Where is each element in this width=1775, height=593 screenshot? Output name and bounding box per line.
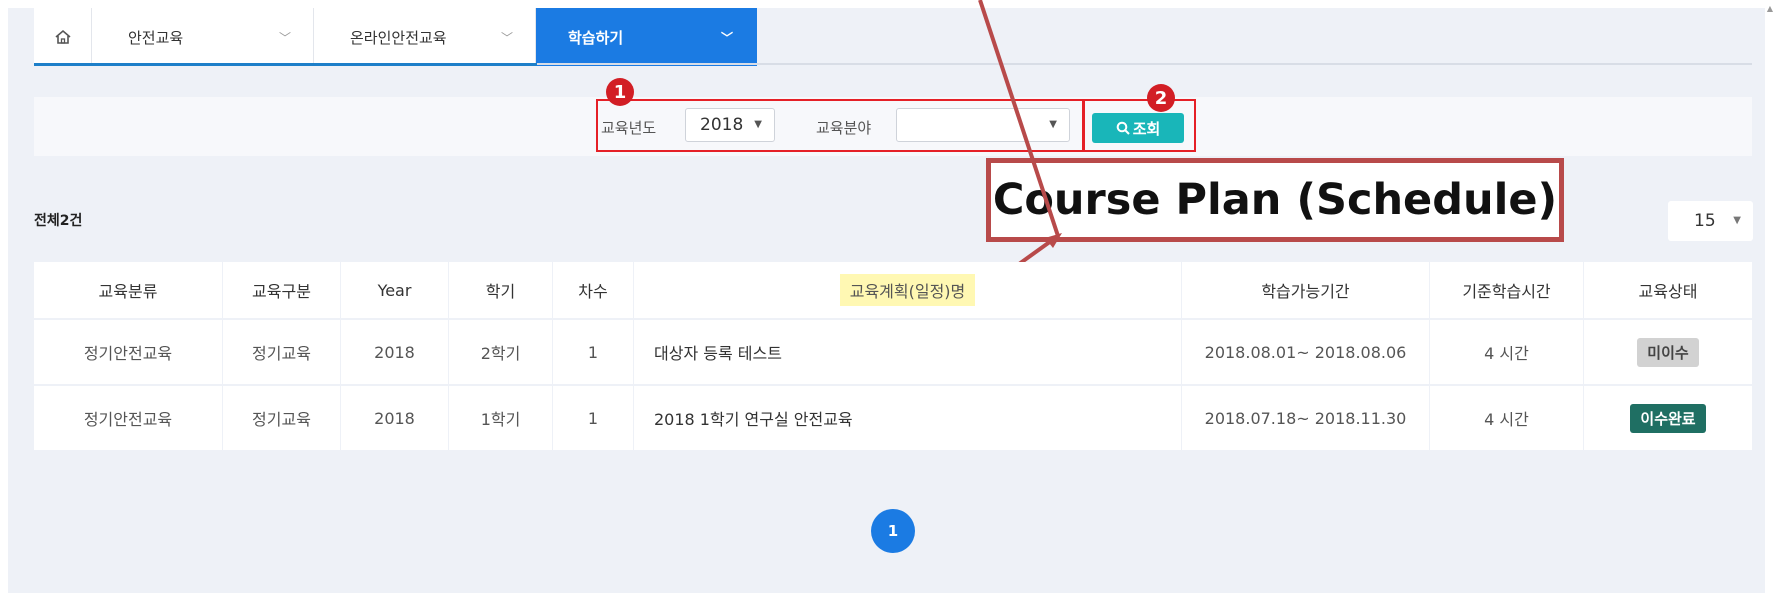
column-header: 차수 <box>553 262 634 318</box>
table-cell: 2018 <box>341 386 449 450</box>
chevron-down-icon: ﹀ <box>278 30 291 45</box>
home-button[interactable] <box>34 8 92 66</box>
nav-item-label: 안전교육 <box>128 28 184 47</box>
column-header: Year <box>341 262 449 318</box>
annotation-badge-1: 1 <box>606 78 634 106</box>
table-cell: 1 <box>553 320 634 384</box>
column-header: 기준학습시간 <box>1430 262 1584 318</box>
annotation-box-search <box>1082 99 1196 152</box>
scroll-up-icon[interactable]: ▲ <box>1765 4 1775 13</box>
column-header: 교육분류 <box>34 262 223 318</box>
table-cell: 4 시간 <box>1430 386 1584 450</box>
table-cell: 2018.07.18~ 2018.11.30 <box>1182 386 1430 450</box>
course-plan-link[interactable]: 대상자 등록 테스트 <box>634 320 1182 384</box>
table-cell: 이수완료 <box>1584 386 1752 450</box>
column-header: 교육구분 <box>223 262 341 318</box>
column-header: 학습가능기간 <box>1182 262 1430 318</box>
table-row[interactable]: 정기안전교육 정기교육 2018 2학기 1 대상자 등록 테스트 2018.0… <box>34 320 1752 386</box>
caret-down-icon: ▼ <box>1733 215 1741 226</box>
chevron-down-icon: ﹀ <box>500 30 513 45</box>
table-cell: 정기교육 <box>223 386 341 450</box>
table-cell: 정기안전교육 <box>34 320 223 384</box>
page-size-value: 15 <box>1694 211 1716 231</box>
nav-item-safety-education[interactable]: 안전교육 ﹀ <box>92 8 314 66</box>
table-cell: 2학기 <box>449 320 553 384</box>
table-cell: 2018 <box>341 320 449 384</box>
breadcrumb-nav: 안전교육 ﹀ 온라인안전교육 ﹀ 학습하기 ﹀ <box>34 8 757 66</box>
highlighted-header-label: 교육계획(일정)명 <box>839 274 976 306</box>
status-badge[interactable]: 이수완료 <box>1630 403 1706 433</box>
page-size-select[interactable]: 15 ▼ <box>1668 201 1753 241</box>
table-cell: 4 시간 <box>1430 320 1584 384</box>
nav-accent-line <box>34 63 537 66</box>
table-cell: 정기안전교육 <box>34 386 223 450</box>
table-cell: 2018.08.01~ 2018.08.06 <box>1182 320 1430 384</box>
annotation-callout: Course Plan (Schedule) <box>986 158 1564 242</box>
home-icon <box>54 29 71 44</box>
nav-item-study[interactable]: 학습하기 ﹀ <box>536 8 757 66</box>
nav-item-label: 학습하기 <box>568 28 624 47</box>
total-count: 전체2건 <box>34 213 83 229</box>
table-row[interactable]: 정기안전교육 정기교육 2018 1학기 1 2018 1학기 연구실 안전교육… <box>34 386 1752 452</box>
course-table: 교육분류 교육구분 Year 학기 차수 교육계획(일정)명 학습가능기간 기준… <box>34 262 1752 452</box>
annotation-badge-2: 2 <box>1147 84 1175 112</box>
pagination-page-1[interactable]: 1 <box>871 509 915 553</box>
nav-item-label: 온라인안전교육 <box>350 28 447 47</box>
vertical-scrollbar[interactable]: ▲ <box>1765 0 1775 593</box>
course-plan-link[interactable]: 2018 1학기 연구실 안전교육 <box>634 386 1182 450</box>
nav-divider <box>34 63 1752 66</box>
column-header-course-plan: 교육계획(일정)명 <box>634 262 1182 318</box>
table-cell: 미이수 <box>1584 320 1752 384</box>
status-badge[interactable]: 미이수 <box>1637 337 1699 367</box>
table-cell: 1 <box>553 386 634 450</box>
table-cell: 정기교육 <box>223 320 341 384</box>
nav-item-online-safety-education[interactable]: 온라인안전교육 ﹀ <box>314 8 536 66</box>
annotation-box-filter <box>596 99 1085 152</box>
column-header: 학기 <box>449 262 553 318</box>
chevron-down-icon: ﹀ <box>720 30 733 45</box>
table-header-row: 교육분류 교육구분 Year 학기 차수 교육계획(일정)명 학습가능기간 기준… <box>34 262 1752 320</box>
table-cell: 1학기 <box>449 386 553 450</box>
column-header: 교육상태 <box>1638 282 1698 301</box>
